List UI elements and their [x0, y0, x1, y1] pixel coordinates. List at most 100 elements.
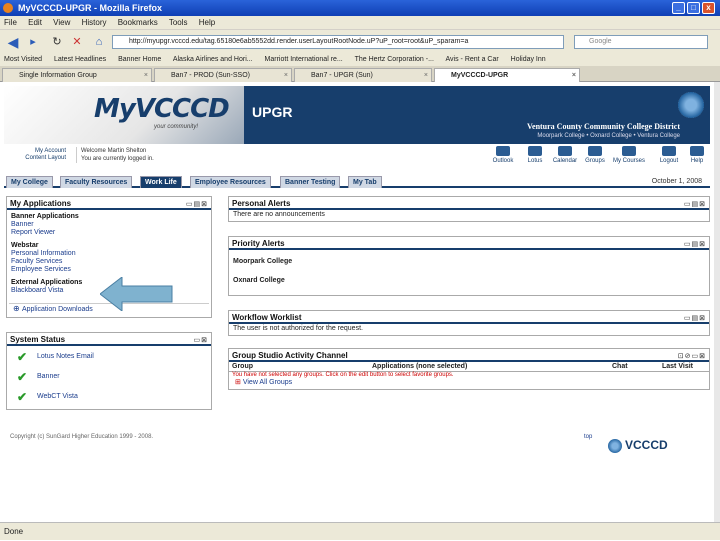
- tab-banner-testing[interactable]: Banner Testing: [280, 176, 341, 188]
- home-icon[interactable]: ⌂: [90, 34, 108, 50]
- priority-item[interactable]: Moorpark College: [229, 250, 709, 265]
- content-layout-link[interactable]: Content Layout: [10, 155, 66, 162]
- groups-icon: [588, 146, 602, 156]
- app-link-banner[interactable]: Banner: [11, 221, 207, 229]
- column-header: Group: [229, 362, 369, 372]
- window-title: MyVCCCD-UPGR - Mozilla Firefox: [18, 3, 163, 13]
- section-heading: Banner Applications: [11, 213, 79, 220]
- status-item-label[interactable]: Banner: [37, 373, 60, 381]
- tool-groups[interactable]: Groups: [580, 146, 610, 164]
- stop-icon[interactable]: ✕: [68, 34, 86, 50]
- top-link[interactable]: top: [584, 434, 592, 440]
- close-tab-icon[interactable]: ×: [572, 69, 576, 82]
- bookmark-item[interactable]: Most Visited: [4, 56, 42, 63]
- back-arrow-icon[interactable]: ◀: [4, 34, 22, 50]
- tool-label: Help: [690, 158, 704, 164]
- bookmark-item[interactable]: Banner Home: [118, 56, 161, 63]
- close-tab-icon[interactable]: ×: [424, 69, 428, 82]
- status-item: ✔ Lotus Notes Email: [17, 351, 94, 363]
- tool-help[interactable]: Help: [682, 146, 712, 164]
- panel-controls-icon[interactable]: ▭⊠: [194, 336, 208, 344]
- tool-outlook[interactable]: Outlook: [488, 146, 518, 164]
- browser-tab[interactable]: Ban7 - PROD (Sun-SSO) ×: [154, 68, 292, 82]
- tool-label: Groups: [585, 158, 605, 164]
- bookmark-item[interactable]: Avis - Rent a Car: [446, 56, 499, 63]
- menu-file[interactable]: File: [4, 18, 17, 27]
- calendar-icon: [558, 146, 572, 156]
- app-link-report-viewer[interactable]: Report Viewer: [11, 229, 207, 237]
- app-downloads-link[interactable]: Application Downloads: [22, 306, 93, 313]
- bookmark-item[interactable]: The Hertz Corporation -...: [355, 56, 434, 63]
- tool-label: Lotus: [527, 158, 543, 164]
- browser-tab[interactable]: Ban7 - UPGR (Sun) ×: [294, 68, 432, 82]
- maximize-button[interactable]: □: [687, 2, 700, 14]
- bookmark-item[interactable]: Marriott International re...: [265, 56, 343, 63]
- district-name: Ventura County Community College Distric…: [526, 122, 680, 131]
- tab-my-college[interactable]: My College: [6, 176, 53, 188]
- minimize-button[interactable]: _: [672, 2, 685, 14]
- college-list: Moorpark College • Oxnard College • Vent…: [537, 133, 680, 139]
- tab-my-tab[interactable]: My Tab: [348, 176, 382, 188]
- menu-history[interactable]: History: [82, 18, 107, 27]
- browser-tab[interactable]: Single Information Group ×: [2, 68, 152, 82]
- copyright: Copyright (c) SunGard Higher Education 1…: [10, 434, 154, 440]
- priority-item[interactable]: Oxnard College: [229, 265, 709, 284]
- personal-alerts-panel: Personal Alerts ▭▤⊠ There are no announc…: [228, 196, 710, 222]
- browser-tab-active[interactable]: MyVCCCD-UPGR ×: [434, 68, 580, 82]
- my-account-link[interactable]: My Account: [10, 148, 66, 155]
- panel-title: Priority Alerts: [229, 237, 709, 250]
- close-button[interactable]: x: [702, 2, 715, 14]
- forward-arrow-icon[interactable]: ▸: [24, 34, 42, 50]
- tool-label: Calendar: [552, 158, 578, 164]
- app-link-faculty-services[interactable]: Faculty Services: [11, 258, 207, 266]
- group-table: Group Applications (none selected) Chat …: [229, 362, 709, 372]
- workflow-text: The user is not authorized for the reque…: [233, 325, 363, 332]
- close-tab-icon[interactable]: ×: [144, 69, 148, 82]
- logged-in-text: You are currently logged in.: [81, 156, 154, 162]
- menu-bookmarks[interactable]: Bookmarks: [118, 18, 158, 27]
- status-item: ✔ WebCT Vista: [17, 391, 78, 403]
- tab-employee-resources[interactable]: Employee Resources: [190, 176, 271, 188]
- panel-controls-icon[interactable]: ⊡⊘▭⊠: [678, 352, 706, 360]
- app-link-personal-info[interactable]: Personal Information: [11, 250, 207, 258]
- bookmark-item[interactable]: Latest Headlines: [54, 56, 106, 63]
- firefox-icon: [3, 3, 13, 13]
- url-bar[interactable]: http://myupgr.vcccd.edu/tag.65180e6ab555…: [112, 35, 564, 49]
- help-icon: [690, 146, 704, 156]
- welcome-text: Welcome Martin Shelton: [81, 148, 147, 154]
- panel-controls-icon[interactable]: ▭▤⊠: [186, 200, 208, 208]
- panel-controls-icon[interactable]: ▭▤⊠: [684, 200, 706, 208]
- menu-edit[interactable]: Edit: [28, 18, 42, 27]
- menu-help[interactable]: Help: [199, 18, 215, 27]
- search-input[interactable]: Google: [574, 35, 708, 49]
- app-link-employee-services[interactable]: Employee Services: [11, 266, 207, 274]
- panel-controls-icon[interactable]: ▭▤⊠: [684, 240, 706, 248]
- myvcccd-logo[interactable]: MyVCCCD: [94, 94, 230, 124]
- bookmark-item[interactable]: Alaska Airlines and Hori...: [173, 56, 253, 63]
- welcome-message: Welcome Martin Shelton You are currently…: [76, 147, 154, 163]
- tool-my-courses[interactable]: My Courses: [610, 146, 648, 164]
- browser-tab-label: Ban7 - PROD (Sun-SSO): [171, 72, 250, 79]
- browser-tab-label: Single Information Group: [19, 72, 97, 79]
- close-tab-icon[interactable]: ×: [284, 69, 288, 82]
- view-all-groups-link[interactable]: View All Groups: [243, 379, 292, 386]
- reload-icon[interactable]: ↻: [48, 34, 66, 50]
- column-header: Applications (none selected): [369, 362, 609, 372]
- tool-logout[interactable]: Logout: [654, 146, 684, 164]
- bookmark-item[interactable]: Holiday Inn: [511, 56, 546, 63]
- vertical-scrollbar[interactable]: [714, 82, 720, 522]
- url-text: http://myupgr.vcccd.edu/tag.65180e6ab555…: [129, 38, 469, 45]
- navigation-toolbar: ◀ ▸ ↻ ✕ ⌂ http://myupgr.vcccd.edu/tag.65…: [0, 30, 720, 54]
- panel-controls-icon[interactable]: ▭▤⊠: [684, 314, 706, 322]
- panel-title: Group Studio Activity Channel: [229, 349, 709, 362]
- status-item-label[interactable]: WebCT Vista: [37, 393, 78, 401]
- menu-view[interactable]: View: [53, 18, 70, 27]
- menu-tools[interactable]: Tools: [169, 18, 188, 27]
- tool-calendar[interactable]: Calendar: [550, 146, 580, 164]
- view-all-row: ⊞ View All Groups: [229, 378, 709, 387]
- tab-faculty-resources[interactable]: Faculty Resources: [60, 176, 133, 188]
- lotus-icon: [528, 146, 542, 156]
- tab-work-life[interactable]: Work Life: [140, 176, 182, 188]
- tool-lotus[interactable]: Lotus: [520, 146, 550, 164]
- status-item-label[interactable]: Lotus Notes Email: [37, 353, 94, 361]
